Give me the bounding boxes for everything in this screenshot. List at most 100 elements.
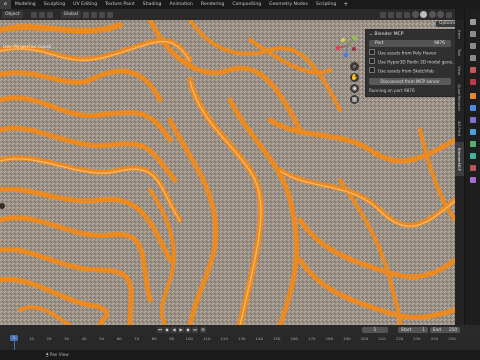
navigation-gizmo[interactable] [333,32,361,60]
workspace-tab-shading[interactable]: Shading [139,0,166,9]
timeline-tick-label: 40 [81,336,87,341]
end-value: 250 [449,327,457,332]
wireframe-shading-icon[interactable] [411,11,419,18]
zoom-view-icon[interactable]: ⌕ [350,62,359,71]
sketchfab-checkbox[interactable]: Use assets from Sketchfab [369,67,434,74]
workspace-tab-sculpting[interactable]: Sculpting [40,0,69,9]
timeline-tick-label: 150 [273,336,281,341]
gizmo-toggle-icon[interactable] [388,11,394,18]
texture-properties-icon[interactable] [470,177,476,183]
status-bar: 🖱 Pan View [0,350,480,360]
sidebar-tabs: Item Tool View Quad Remesh 3D Print Blen… [455,20,464,325]
workspace-tab-texture-paint[interactable]: Texture Paint [101,0,139,9]
playhead-line [14,341,15,350]
timeline-track[interactable]: 1 01020304050607080901001101201301401501… [0,335,480,350]
view-layer-properties-icon[interactable] [470,55,476,61]
timeline-tick-label: 190 [343,336,351,341]
material-properties-icon[interactable] [470,165,476,171]
polyhaven-checkbox[interactable]: Use assets from Poly Haven [369,49,436,56]
particles-properties-icon[interactable] [470,117,476,123]
material-preview-icon[interactable] [428,11,436,18]
end-frame-field[interactable]: End 250 [430,327,460,333]
timeline-tick-label: 240 [430,336,439,341]
timeline-tick-label: 160 [290,336,299,341]
timeline-tick-label: 140 [255,336,263,341]
timeline-tick-label: 80 [151,336,157,341]
panel-title[interactable]: ⌄ Blender MCP [369,31,404,38]
rendered-shading-icon[interactable] [437,11,444,18]
camera-view-icon[interactable]: ◉ [350,84,359,93]
modifier-properties-icon[interactable] [470,105,476,111]
timeline-tick-label: 170 [308,336,316,341]
workspace-tab-modeling[interactable]: Modeling [11,0,40,9]
timeline-tick-label: 250 [448,336,456,341]
playhead[interactable]: 1 [10,335,18,341]
timeline-tick-label: 90 [169,336,175,341]
blender-window: o Modeling Sculpting UV Editing Texture … [0,0,480,360]
play-reverse-icon[interactable]: ◀ [171,327,177,333]
proportional-editing-icon[interactable] [99,11,106,18]
current-frame-field[interactable]: 1 [362,327,388,333]
timeline-tick-label: 60 [116,336,122,341]
sidebar-tab-3d-print[interactable]: 3D Print [455,116,464,140]
view-menu-icon[interactable] [30,11,37,18]
data-properties-icon[interactable] [470,153,476,159]
jump-end-icon[interactable]: ⏭ [192,327,198,333]
falloff-icon[interactable] [107,11,114,18]
scene-properties-icon[interactable] [470,67,476,73]
world-properties-icon[interactable] [470,79,476,85]
timeline-tick-label: 110 [203,336,211,341]
add-workspace-button[interactable]: + [340,0,351,9]
pan-view-icon[interactable]: ✋ [350,73,359,82]
sidebar-tab-view[interactable]: View [455,62,464,78]
pivot-point-icon[interactable] [83,11,90,18]
jump-start-icon[interactable]: ⏮ [157,327,163,333]
sidebar-tab-item[interactable]: Item [455,26,464,42]
workspace-tab-scripting[interactable]: Scripting [312,0,340,9]
checkbox-label: Use Hyper3D Rodin 3D model gene... [378,59,457,65]
workspace-tab-geometry-nodes[interactable]: Geometry Nodes [265,0,312,9]
port-field[interactable]: Port 9876 [369,40,451,47]
hyper3d-checkbox[interactable]: Use Hyper3D Rodin 3D model gene... [369,58,456,65]
timeline-tick-label: 10 [29,336,34,341]
jump-keyframe-forward-icon[interactable]: ◆ [185,327,191,333]
solid-shading-icon[interactable] [420,11,427,18]
playback-options-icon[interactable]: ⚙ [200,327,206,333]
jump-keyframe-back-icon[interactable]: ◆ [164,327,170,333]
perspective-toggle-icon[interactable]: ▦ [350,95,359,104]
physics-properties-icon[interactable] [470,129,476,135]
xray-icon[interactable] [404,11,410,18]
timeline-tick-label: 50 [99,336,105,341]
workspace-tab-compositing[interactable]: Compositing [228,0,265,9]
shading-options-icon[interactable] [446,11,452,18]
transform-orientation-dropdown[interactable]: Global [60,11,82,18]
constraints-properties-icon[interactable] [470,141,476,147]
select-menu-icon[interactable] [38,11,45,18]
workspace-tab-uv-editing[interactable]: UV Editing [69,0,101,9]
add-menu-icon[interactable] [46,11,53,18]
workspace-tab-bar: o Modeling Sculpting UV Editing Texture … [0,0,480,9]
play-icon[interactable]: ▶ [178,327,184,333]
checkbox-box [369,58,375,64]
workspace-tab-animation[interactable]: Animation [165,0,196,9]
render-properties-icon[interactable] [470,31,476,37]
port-label: Port [375,41,384,46]
overlays-icon[interactable] [396,11,402,18]
output-properties-icon[interactable] [470,43,476,49]
object-mode-dropdown[interactable]: Object [2,11,23,18]
sidebar-tab-quad-remesh[interactable]: Quad Remesh [455,80,464,114]
workspace-tab-layout[interactable]: o [0,0,11,9]
tool-properties-icon[interactable] [470,19,476,25]
timeline-tick-label: 200 [360,336,369,341]
blender-mcp-panel: ⌄ Blender MCP Port 9876 Use assets from … [365,29,457,97]
sidebar-tab-tool[interactable]: Tool [455,44,464,60]
sidebar-tab-blendermcp[interactable]: BlenderMCP [455,142,464,176]
workspace-tab-rendering[interactable]: Rendering [197,0,228,9]
checkbox-box [369,67,375,73]
viewport-view-label: User Perspective (Local) [3,44,52,49]
visibility-icon[interactable] [380,11,386,18]
start-frame-field[interactable]: Start 1 [398,327,428,333]
disconnect-button[interactable]: Disconnect from MCP server [369,78,451,85]
object-properties-icon[interactable] [470,93,476,99]
snap-icon[interactable] [91,11,98,18]
